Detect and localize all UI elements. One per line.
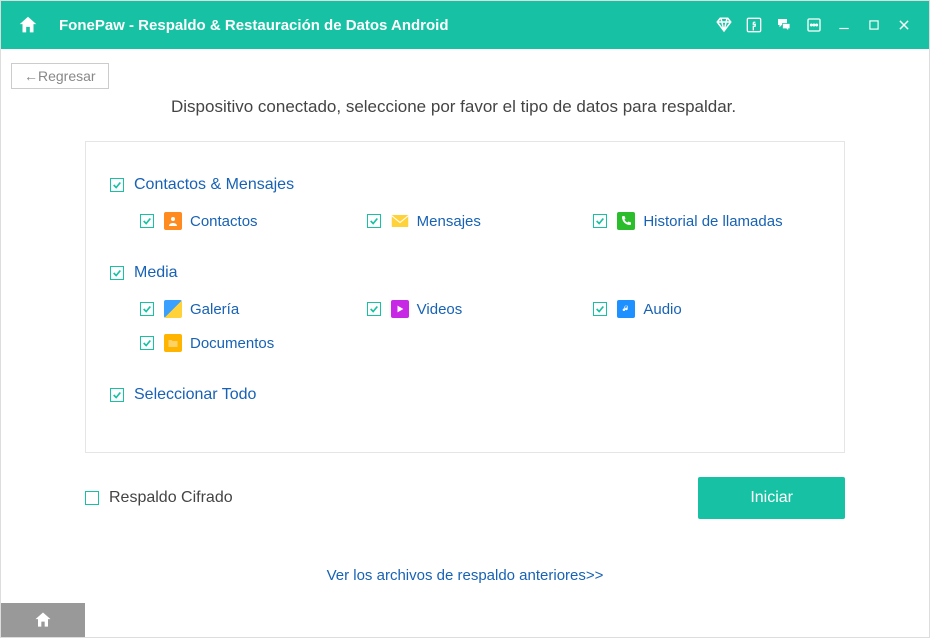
checkbox-icon[interactable] — [140, 214, 154, 228]
home-icon — [33, 610, 53, 630]
data-types-panel: Contactos & Mensajes Contactos Mensajes … — [85, 141, 845, 453]
encrypted-label: Respaldo Cifrado — [109, 489, 233, 507]
gallery-icon — [164, 300, 182, 318]
checkbox-icon[interactable] — [140, 336, 154, 350]
group-label: Contactos & Mensajes — [134, 176, 294, 194]
phone-icon — [617, 212, 635, 230]
item-call-history[interactable]: Historial de llamadas — [593, 212, 820, 230]
checkbox-icon[interactable] — [367, 214, 381, 228]
encrypted-backup-checkbox[interactable]: Respaldo Cifrado — [85, 489, 233, 507]
back-button[interactable]: ←Regresar — [11, 63, 109, 89]
folder-icon — [164, 334, 182, 352]
instruction-text: Dispositivo conectado, seleccione por fa… — [171, 97, 759, 117]
item-label: Documentos — [190, 335, 274, 352]
minimize-icon[interactable] — [833, 14, 855, 36]
bottom-home-tab[interactable] — [1, 603, 85, 637]
facebook-icon[interactable] — [743, 14, 765, 36]
item-documents[interactable]: Documentos — [140, 334, 370, 352]
checkbox-icon[interactable] — [140, 302, 154, 316]
select-all[interactable]: Seleccionar Todo — [110, 386, 820, 404]
start-button[interactable]: Iniciar — [698, 477, 845, 519]
item-gallery[interactable]: Galería — [140, 300, 367, 318]
item-videos[interactable]: Videos — [367, 300, 594, 318]
group-contacts-messages[interactable]: Contactos & Mensajes — [110, 176, 820, 194]
previous-backups-link[interactable]: Ver los archivos de respaldo anteriores>… — [327, 567, 604, 584]
menu-icon[interactable] — [803, 14, 825, 36]
item-label: Historial de llamadas — [643, 213, 782, 230]
audio-icon — [617, 300, 635, 318]
maximize-icon[interactable] — [863, 14, 885, 36]
titlebar: FonePaw - Respaldo & Restauración de Dat… — [1, 1, 929, 49]
item-label: Videos — [417, 301, 463, 318]
checkbox-icon[interactable] — [85, 491, 99, 505]
checkbox-icon[interactable] — [110, 388, 124, 402]
close-icon[interactable] — [893, 14, 915, 36]
item-label: Audio — [643, 301, 681, 318]
checkbox-icon[interactable] — [593, 302, 607, 316]
checkbox-icon[interactable] — [367, 302, 381, 316]
item-label: Mensajes — [417, 213, 481, 230]
home-icon[interactable] — [15, 12, 41, 38]
item-contacts[interactable]: Contactos — [140, 212, 367, 230]
group-media[interactable]: Media — [110, 264, 820, 282]
checkbox-icon[interactable] — [110, 178, 124, 192]
group-label: Media — [134, 264, 178, 282]
item-label: Contactos — [190, 213, 258, 230]
item-messages[interactable]: Mensajes — [367, 212, 594, 230]
checkbox-icon[interactable] — [593, 214, 607, 228]
feedback-icon[interactable] — [773, 14, 795, 36]
messages-icon — [391, 212, 409, 230]
videos-icon — [391, 300, 409, 318]
item-audio[interactable]: Audio — [593, 300, 820, 318]
group-label: Seleccionar Todo — [134, 386, 256, 404]
diamond-icon[interactable] — [713, 14, 735, 36]
checkbox-icon[interactable] — [110, 266, 124, 280]
arrow-left-icon: ← — [24, 68, 38, 84]
contacts-icon — [164, 212, 182, 230]
app-title: FonePaw - Respaldo & Restauración de Dat… — [59, 17, 449, 34]
item-label: Galería — [190, 301, 239, 318]
